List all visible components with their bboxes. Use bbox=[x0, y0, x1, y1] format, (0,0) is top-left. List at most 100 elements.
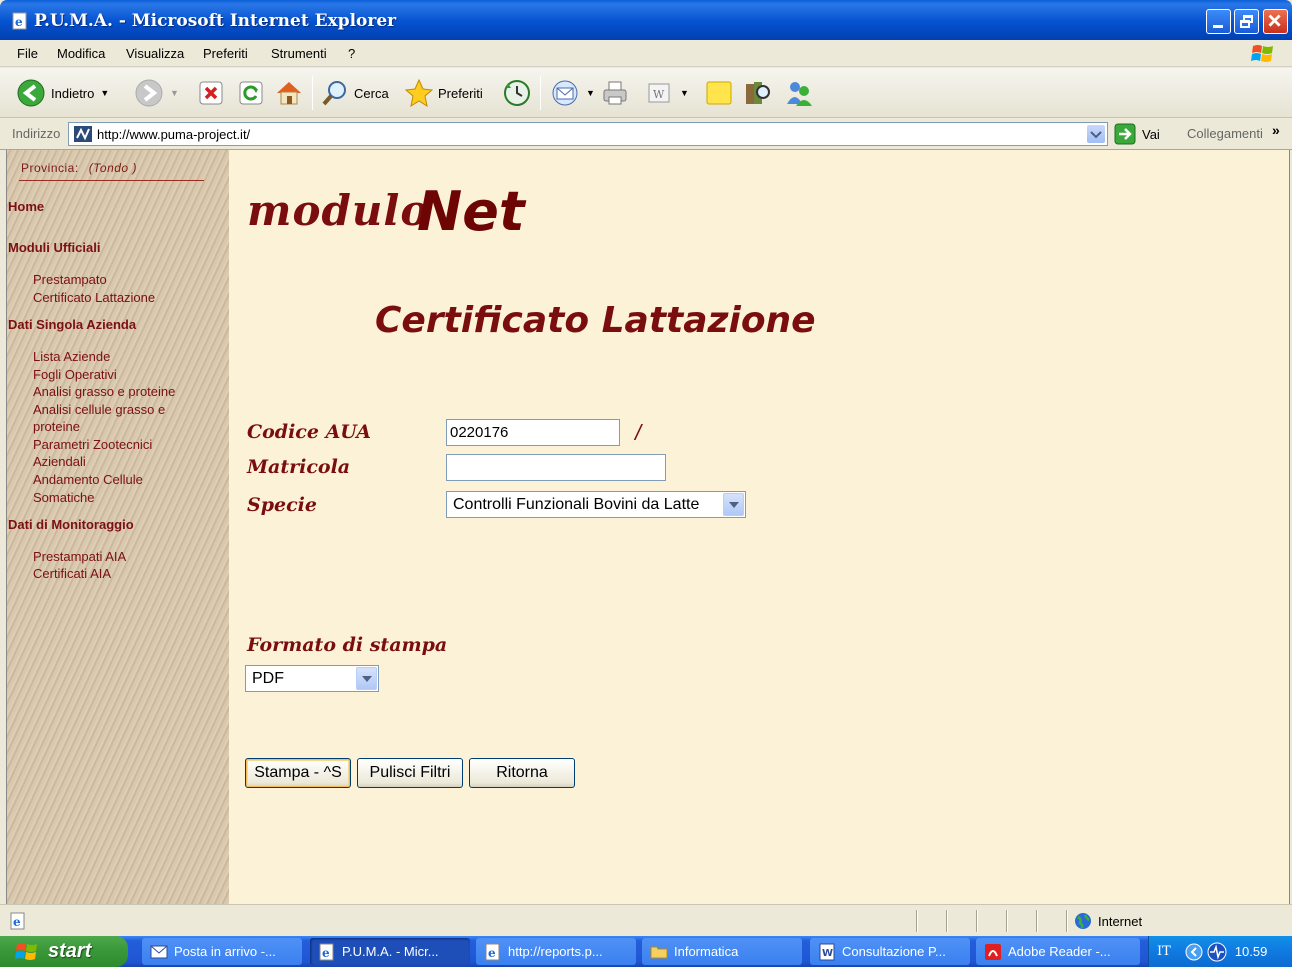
sidebar-item-andamento-cellule[interactable]: Andamento Cellule bbox=[33, 471, 143, 489]
task-puma[interactable]: e P.U.M.A. - Micr... bbox=[310, 938, 470, 965]
start-button[interactable]: start bbox=[0, 936, 128, 967]
task-adobe-reader[interactable]: Adobe Reader -... bbox=[976, 938, 1140, 965]
specie-select[interactable]: Controlli Funzionali Bovini da Latte bbox=[446, 491, 746, 518]
language-indicator[interactable]: IT bbox=[1157, 944, 1171, 959]
refresh-button[interactable] bbox=[236, 78, 266, 108]
close-button[interactable] bbox=[1263, 9, 1288, 34]
zone-label: Internet bbox=[1098, 913, 1143, 929]
research-button[interactable] bbox=[742, 78, 772, 108]
restore-button[interactable] bbox=[1234, 9, 1259, 34]
messenger-button[interactable] bbox=[784, 78, 814, 108]
sidebar-item-analisi-cellule[interactable]: Analisi cellule grasso e bbox=[33, 401, 165, 419]
go-label: Vai bbox=[1142, 126, 1160, 142]
forward-dropdown-icon[interactable]: ▼ bbox=[170, 88, 179, 98]
page-status-icon: e bbox=[10, 912, 25, 930]
menu-preferiti[interactable]: Preferiti bbox=[203, 46, 248, 61]
sidebar-section-moduli-ufficiali[interactable]: Moduli Ufficiali bbox=[8, 240, 100, 255]
menu-file[interactable]: File bbox=[17, 46, 38, 61]
specie-label: Specie bbox=[247, 494, 317, 516]
window-title: P.U.M.A. - Microsoft Internet Explorer bbox=[34, 11, 397, 31]
menu-strumenti[interactable]: Strumenti bbox=[271, 46, 327, 61]
adobe-reader-icon bbox=[985, 943, 1001, 960]
back-label: Indietro bbox=[51, 85, 95, 101]
pulisci-filtri-button[interactable]: Pulisci Filtri bbox=[357, 758, 463, 788]
matricola-input[interactable] bbox=[446, 454, 666, 481]
stop-icon bbox=[199, 81, 223, 105]
printer-icon bbox=[603, 81, 627, 105]
sidebar-item-prestampati-aia[interactable]: Prestampati AIA bbox=[33, 548, 126, 566]
edit-dropdown-icon[interactable]: ▼ bbox=[680, 88, 689, 98]
address-input[interactable]: http://www.puma-project.it/ bbox=[68, 122, 1108, 146]
formato-stampa-select[interactable]: PDF bbox=[245, 665, 379, 692]
sidebar-section-dati-monitoraggio[interactable]: Dati di Monitoraggio bbox=[8, 517, 134, 532]
search-button[interactable]: Cerca bbox=[320, 78, 389, 108]
site-favicon-icon bbox=[74, 126, 92, 142]
sidebar-item-certificati-aia[interactable]: Certificati AIA bbox=[33, 565, 111, 583]
tray-expand-icon[interactable] bbox=[1185, 943, 1203, 961]
more-links-icon[interactable]: » bbox=[1272, 122, 1280, 138]
search-label: Cerca bbox=[354, 85, 389, 101]
sidebar-item-fogli-operativi[interactable]: Fogli Operativi bbox=[33, 366, 117, 384]
history-button[interactable] bbox=[502, 78, 532, 108]
window-title-bar[interactable]: e P.U.M.A. - Microsoft Internet Explorer bbox=[0, 0, 1292, 40]
svg-text:e: e bbox=[15, 15, 23, 29]
address-label: Indirizzo bbox=[12, 126, 61, 141]
address-bar: Indirizzo http://www.puma-project.it/ Va… bbox=[0, 118, 1292, 150]
logo-modulo: modulo bbox=[247, 186, 430, 235]
security-zone[interactable]: Internet bbox=[1074, 912, 1142, 930]
sidebar-section-dati-singola-azienda[interactable]: Dati Singola Azienda bbox=[8, 317, 136, 332]
task-reports[interactable]: e http://reports.p... bbox=[476, 938, 636, 965]
task-label: http://reports.p... bbox=[508, 944, 603, 959]
mail-button[interactable]: ▼ bbox=[550, 78, 595, 108]
provincia-divider bbox=[19, 180, 204, 181]
sidebar: Provincia: (Tondo ) Home Moduli Ufficiali… bbox=[7, 150, 229, 904]
sidebar-item-lista-aziende[interactable]: Lista Aziende bbox=[33, 348, 110, 366]
sidebar-item-parametri-zootecnici-cont[interactable]: Aziendali bbox=[33, 453, 86, 471]
sidebar-item-andamento-cellule-cont[interactable]: Somatiche bbox=[33, 489, 94, 507]
menu-help[interactable]: ? bbox=[348, 46, 355, 61]
codice-aua-input[interactable] bbox=[446, 419, 620, 446]
network-activity-icon[interactable] bbox=[1207, 942, 1227, 962]
back-button[interactable]: Indietro ▼ bbox=[16, 78, 109, 108]
system-tray: IT 10.59 bbox=[1148, 936, 1292, 967]
edit-button[interactable]: W ▼ bbox=[644, 78, 689, 108]
codice-aua-label: Codice AUA bbox=[247, 421, 372, 443]
provincia-line: Provincia: (Tondo ) bbox=[21, 161, 137, 175]
forward-button[interactable]: ▼ bbox=[134, 78, 179, 108]
task-posta[interactable]: Posta in arrivo -... bbox=[142, 938, 302, 965]
stampa-button[interactable]: Stampa - ^S bbox=[245, 758, 351, 788]
sidebar-item-prestampato[interactable]: Prestampato bbox=[33, 271, 107, 289]
sidebar-home[interactable]: Home bbox=[8, 199, 44, 214]
task-consultazione[interactable]: W Consultazione P... bbox=[810, 938, 970, 965]
windows-logo-icon bbox=[1251, 45, 1273, 62]
codice-slash: / bbox=[635, 420, 642, 445]
print-button[interactable] bbox=[600, 78, 630, 108]
refresh-icon bbox=[239, 81, 263, 105]
address-dropdown-button[interactable] bbox=[1087, 125, 1105, 143]
task-label: P.U.M.A. - Micr... bbox=[342, 944, 439, 959]
minimize-button[interactable] bbox=[1206, 9, 1231, 34]
menu-modifica[interactable]: Modifica bbox=[57, 46, 105, 61]
status-bar: e Internet bbox=[0, 904, 1292, 936]
sidebar-item-analisi-grasso-proteine[interactable]: Analisi grasso e proteine bbox=[33, 383, 175, 401]
home-button[interactable] bbox=[274, 78, 304, 108]
formato-selected-value: PDF bbox=[252, 670, 284, 687]
clock[interactable]: 10.59 bbox=[1235, 944, 1268, 959]
mail-dropdown-icon[interactable]: ▼ bbox=[586, 88, 595, 98]
main-panel: modulo Net Certificato Lattazione Codice… bbox=[229, 150, 1291, 904]
stop-button[interactable] bbox=[196, 78, 226, 108]
go-button[interactable]: Vai bbox=[1114, 123, 1160, 145]
sidebar-item-parametri-zootecnici[interactable]: Parametri Zootecnici bbox=[33, 436, 152, 454]
page-content: Provincia: (Tondo ) Home Moduli Ufficiali… bbox=[6, 150, 1290, 904]
star-icon bbox=[404, 78, 434, 108]
logo-net: Net bbox=[417, 180, 525, 243]
menu-visualizza[interactable]: Visualizza bbox=[126, 46, 184, 61]
ritorna-button[interactable]: Ritorna bbox=[469, 758, 575, 788]
links-toolbar[interactable]: Collegamenti bbox=[1187, 126, 1263, 141]
back-dropdown-icon[interactable]: ▼ bbox=[100, 88, 109, 98]
discuss-button[interactable] bbox=[704, 78, 734, 108]
favorites-button[interactable]: Preferiti bbox=[404, 78, 483, 108]
sidebar-item-analisi-cellule-cont[interactable]: proteine bbox=[33, 418, 80, 436]
sidebar-item-certificato-lattazione[interactable]: Certificato Lattazione bbox=[33, 289, 155, 307]
task-informatica[interactable]: Informatica bbox=[642, 938, 802, 965]
